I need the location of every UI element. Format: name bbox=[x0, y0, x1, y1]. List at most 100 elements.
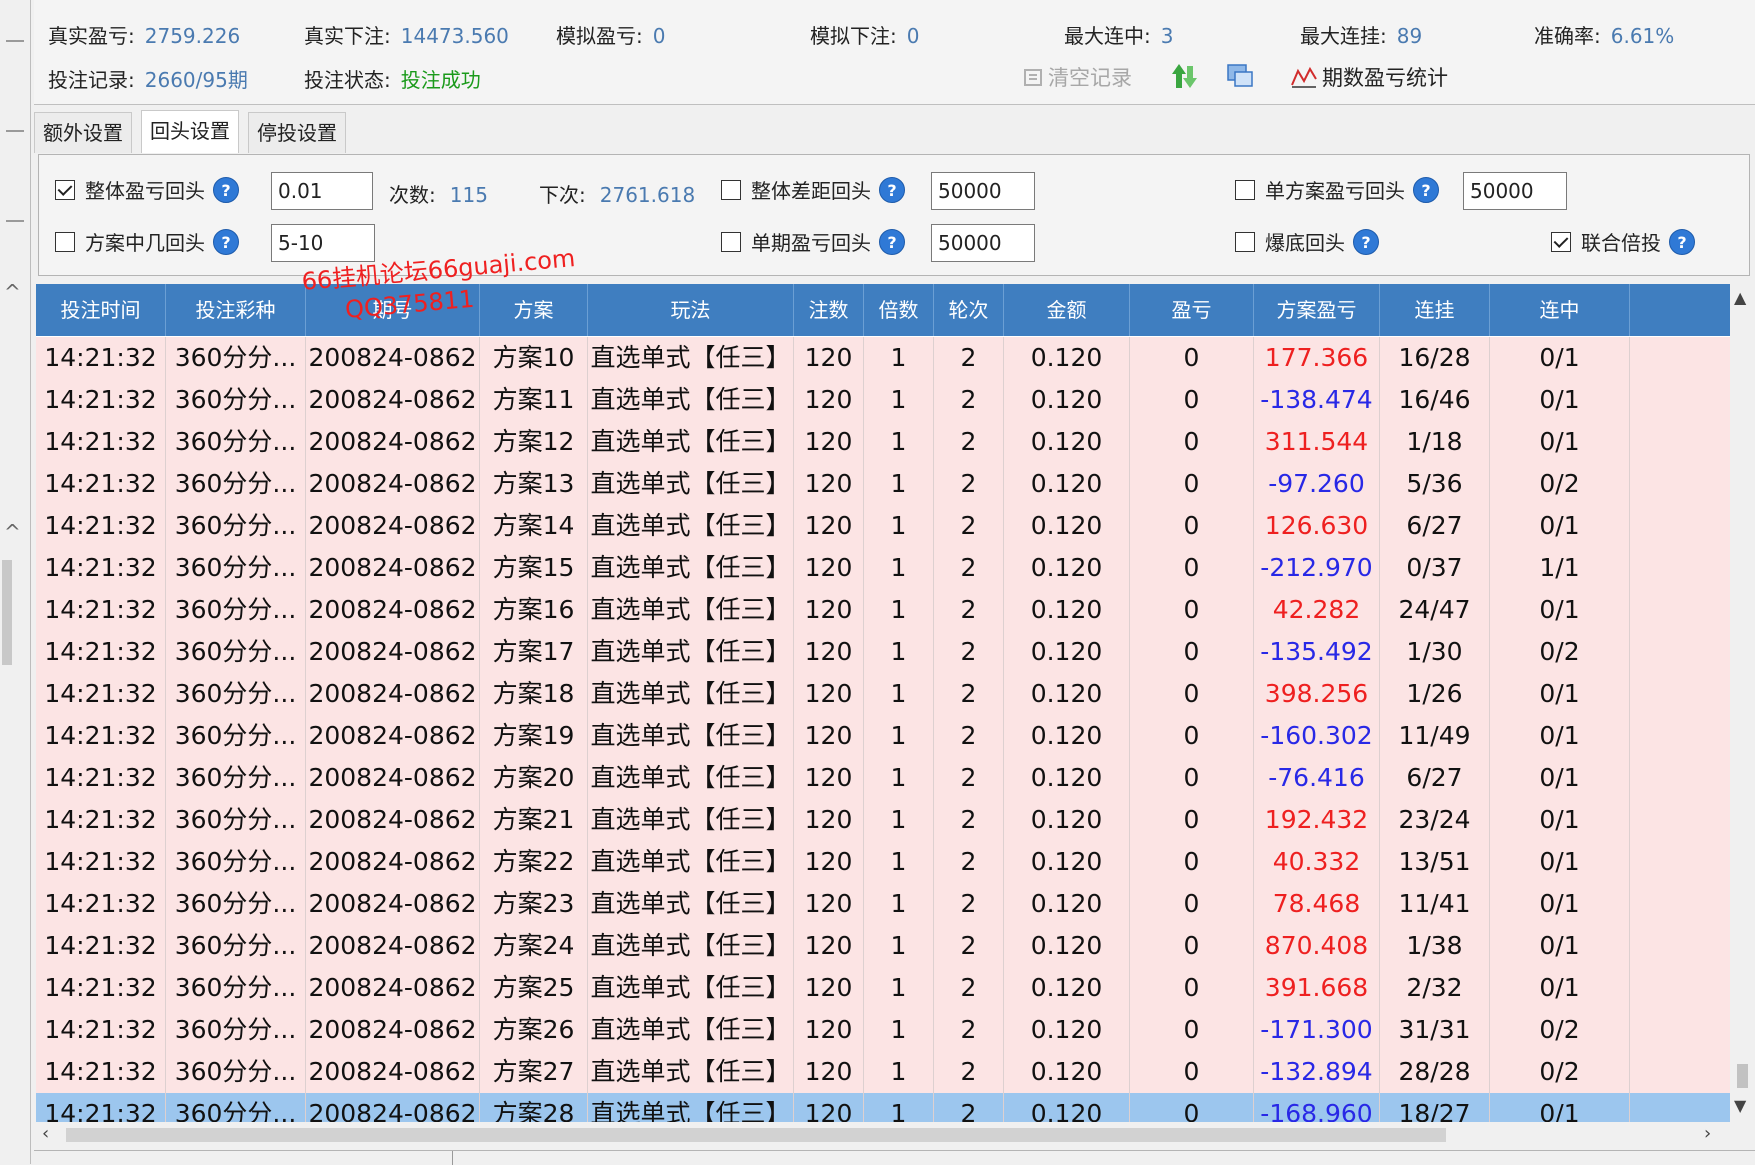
checkbox-box[interactable] bbox=[721, 231, 741, 252]
table-row[interactable]: 14:21:32 360分分... 200824-0862 方案12 直选单式【任三】 1… bbox=[36, 421, 1730, 464]
checkbox-box[interactable] bbox=[55, 231, 75, 252]
horizontal-scrollbar[interactable]: ‹ › bbox=[36, 1122, 1730, 1148]
cell-win-streak: 0/1 bbox=[1490, 715, 1630, 757]
column-header-amount[interactable]: 金额 bbox=[1004, 284, 1130, 336]
cell-period: 200824-0862 bbox=[306, 883, 480, 925]
checkbox-box[interactable] bbox=[1235, 231, 1255, 252]
column-header-round[interactable]: 轮次 bbox=[934, 284, 1004, 336]
scroll-up-arrow-icon[interactable]: ▲ bbox=[1734, 288, 1746, 307]
table-row[interactable]: 14:21:32 360分分... 200824-0862 方案19 直选单式【任三】 1… bbox=[36, 715, 1730, 758]
window-toggle-button[interactable] bbox=[1226, 62, 1258, 95]
table-row[interactable]: 14:21:32 360分分... 200824-0862 方案23 直选单式【任三】 1… bbox=[36, 883, 1730, 926]
checkbox-box[interactable] bbox=[721, 179, 741, 200]
left-scrollbar-thumb[interactable] bbox=[2, 560, 12, 665]
help-icon[interactable]: ? bbox=[1669, 228, 1695, 255]
cell-notes: 120 bbox=[794, 631, 864, 673]
table-row[interactable]: 14:21:32 360分分... 200824-0862 方案17 直选单式【任三】 1… bbox=[36, 631, 1730, 674]
column-header-notes[interactable]: 注数 bbox=[794, 284, 864, 336]
cell-win-streak: 0/1 bbox=[1490, 673, 1630, 715]
cell-lottery: 360分分... bbox=[166, 337, 306, 379]
cell-play: 直选单式【任三】 bbox=[588, 883, 794, 925]
cell-round: 2 bbox=[934, 1051, 1004, 1093]
vertical-scrollbar[interactable]: ▲ ▼ bbox=[1730, 284, 1754, 1122]
column-header-play[interactable]: 玩法 bbox=[588, 284, 794, 336]
checkbox-box[interactable] bbox=[55, 179, 75, 200]
overall-diff-input[interactable] bbox=[931, 172, 1035, 210]
cell-notes: 120 bbox=[794, 379, 864, 421]
help-icon[interactable]: ? bbox=[213, 176, 239, 203]
help-icon[interactable]: ? bbox=[879, 228, 905, 255]
tab-stop-settings[interactable]: 停投设置 bbox=[248, 112, 346, 153]
cell-loss-streak: 13/51 bbox=[1380, 841, 1490, 883]
cell-amount: 0.120 bbox=[1004, 883, 1130, 925]
table-row[interactable]: 14:21:32 360分分... 200824-0862 方案26 直选单式【任三】 1… bbox=[36, 1009, 1730, 1052]
column-header-loss-streak[interactable]: 连挂 bbox=[1380, 284, 1490, 336]
sort-arrows-button[interactable] bbox=[1170, 62, 1202, 95]
column-header-time[interactable]: 投注时间 bbox=[36, 284, 166, 336]
chevron-up-icon[interactable]: ^ bbox=[4, 280, 21, 304]
table-row[interactable]: 14:21:32 360分分... 200824-0862 方案22 直选单式【任三】 1… bbox=[36, 841, 1730, 884]
plan-hit-checkbox[interactable]: 方案中几回头? bbox=[55, 227, 239, 256]
scroll-right-arrow-icon[interactable]: › bbox=[1704, 1123, 1711, 1144]
table-row[interactable]: 14:21:32 360分分... 200824-0862 方案13 直选单式【任三】 1… bbox=[36, 463, 1730, 506]
horizontal-scrollbar-thumb[interactable] bbox=[66, 1128, 1446, 1142]
single-plan-checkbox[interactable]: 单方案盈亏回头? bbox=[1235, 175, 1439, 204]
help-icon[interactable]: ? bbox=[213, 228, 239, 255]
vertical-scrollbar-thumb[interactable] bbox=[1737, 1064, 1748, 1088]
checkbox-box[interactable] bbox=[1235, 179, 1255, 200]
up-down-arrows-icon bbox=[1170, 62, 1198, 95]
column-header-multiplier[interactable]: 倍数 bbox=[864, 284, 934, 336]
cell-round: 2 bbox=[934, 925, 1004, 967]
cell-round: 2 bbox=[934, 799, 1004, 841]
cell-win-streak: 0/1 bbox=[1490, 883, 1630, 925]
clear-records-button[interactable]: 清空记录 bbox=[1022, 62, 1132, 93]
cell-notes: 120 bbox=[794, 1093, 864, 1122]
table-row[interactable]: 14:21:32 360分分... 200824-0862 方案21 直选单式【任三】 1… bbox=[36, 799, 1730, 842]
single-plan-input[interactable] bbox=[1463, 172, 1567, 210]
table-row[interactable]: 14:21:32 360分分... 200824-0862 方案16 直选单式【任三】 1… bbox=[36, 589, 1730, 632]
table-row[interactable]: 14:21:32 360分分... 200824-0862 方案14 直选单式【任三】 1… bbox=[36, 505, 1730, 548]
table-row[interactable]: 14:21:32 360分分... 200824-0862 方案25 直选单式【任三】 1… bbox=[36, 967, 1730, 1010]
column-header-plan[interactable]: 方案 bbox=[480, 284, 588, 336]
single-period-checkbox[interactable]: 单期盈亏回头? bbox=[721, 227, 905, 256]
cell-lottery: 360分分... bbox=[166, 1093, 306, 1122]
cell-period: 200824-0862 bbox=[306, 841, 480, 883]
overall-pl-checkbox[interactable]: 整体盈亏回头? bbox=[55, 175, 239, 204]
overall-diff-checkbox[interactable]: 整体差距回头? bbox=[721, 175, 905, 204]
scroll-down-arrow-icon[interactable]: ▼ bbox=[1734, 1096, 1746, 1115]
chevron-up-icon[interactable]: ^ bbox=[4, 520, 21, 544]
table-row[interactable]: 14:21:32 360分分... 200824-0862 方案15 直选单式【任三】 1… bbox=[36, 547, 1730, 590]
cell-plan-pl: 870.408 bbox=[1254, 925, 1380, 967]
checkbox-box[interactable] bbox=[1551, 231, 1571, 252]
joint-multiplier-checkbox[interactable]: 联合倍投? bbox=[1551, 227, 1695, 256]
cell-play: 直选单式【任三】 bbox=[588, 925, 794, 967]
table-row[interactable]: 14:21:32 360分分... 200824-0862 方案24 直选单式【任三】 1… bbox=[36, 925, 1730, 968]
overall-pl-input[interactable] bbox=[271, 172, 373, 210]
column-header-plan-pl[interactable]: 方案盈亏 bbox=[1254, 284, 1380, 336]
help-icon[interactable]: ? bbox=[879, 176, 905, 203]
column-header-pl[interactable]: 盈亏 bbox=[1130, 284, 1254, 336]
column-header-lottery[interactable]: 投注彩种 bbox=[166, 284, 306, 336]
cell-amount: 0.120 bbox=[1004, 1093, 1130, 1122]
scroll-left-arrow-icon[interactable]: ‹ bbox=[42, 1123, 49, 1144]
help-icon[interactable]: ? bbox=[1353, 228, 1379, 255]
cell-win-streak: 0/2 bbox=[1490, 1051, 1630, 1093]
stat-status: 投注状态: 投注成功 bbox=[304, 68, 481, 92]
tab-extra-settings[interactable]: 额外设置 bbox=[34, 112, 132, 153]
period-stats-button[interactable]: 期数盈亏统计 bbox=[1290, 62, 1448, 94]
tab-rewind-settings[interactable]: 回头设置 bbox=[141, 110, 239, 153]
column-header-win-streak[interactable]: 连中 bbox=[1490, 284, 1630, 336]
table-row[interactable]: 14:21:32 360分分... 200824-0862 方案27 直选单式【任三】 1… bbox=[36, 1051, 1730, 1094]
help-icon[interactable]: ? bbox=[1413, 176, 1439, 203]
table-row[interactable]: 14:21:32 360分分... 200824-0862 方案18 直选单式【任三】 1… bbox=[36, 673, 1730, 716]
cell-pl: 0 bbox=[1130, 421, 1254, 463]
bust-checkbox[interactable]: 爆底回头? bbox=[1235, 227, 1379, 256]
table-row[interactable]: 14:21:32 360分分... 200824-0862 方案11 直选单式【任三】 1… bbox=[36, 379, 1730, 422]
cell-amount: 0.120 bbox=[1004, 841, 1130, 883]
table-row[interactable]: 14:21:32 360分分... 200824-0862 方案20 直选单式【任三】 1… bbox=[36, 757, 1730, 800]
cell-plan-pl: -97.260 bbox=[1254, 463, 1380, 505]
single-period-input[interactable] bbox=[931, 224, 1035, 262]
table-row[interactable]: 14:21:32 360分分... 200824-0862 方案28 直选单式【任三】 1… bbox=[36, 1093, 1730, 1122]
cell-notes: 120 bbox=[794, 673, 864, 715]
table-row[interactable]: 14:21:32 360分分... 200824-0862 方案10 直选单式【任三】 1… bbox=[36, 337, 1730, 380]
